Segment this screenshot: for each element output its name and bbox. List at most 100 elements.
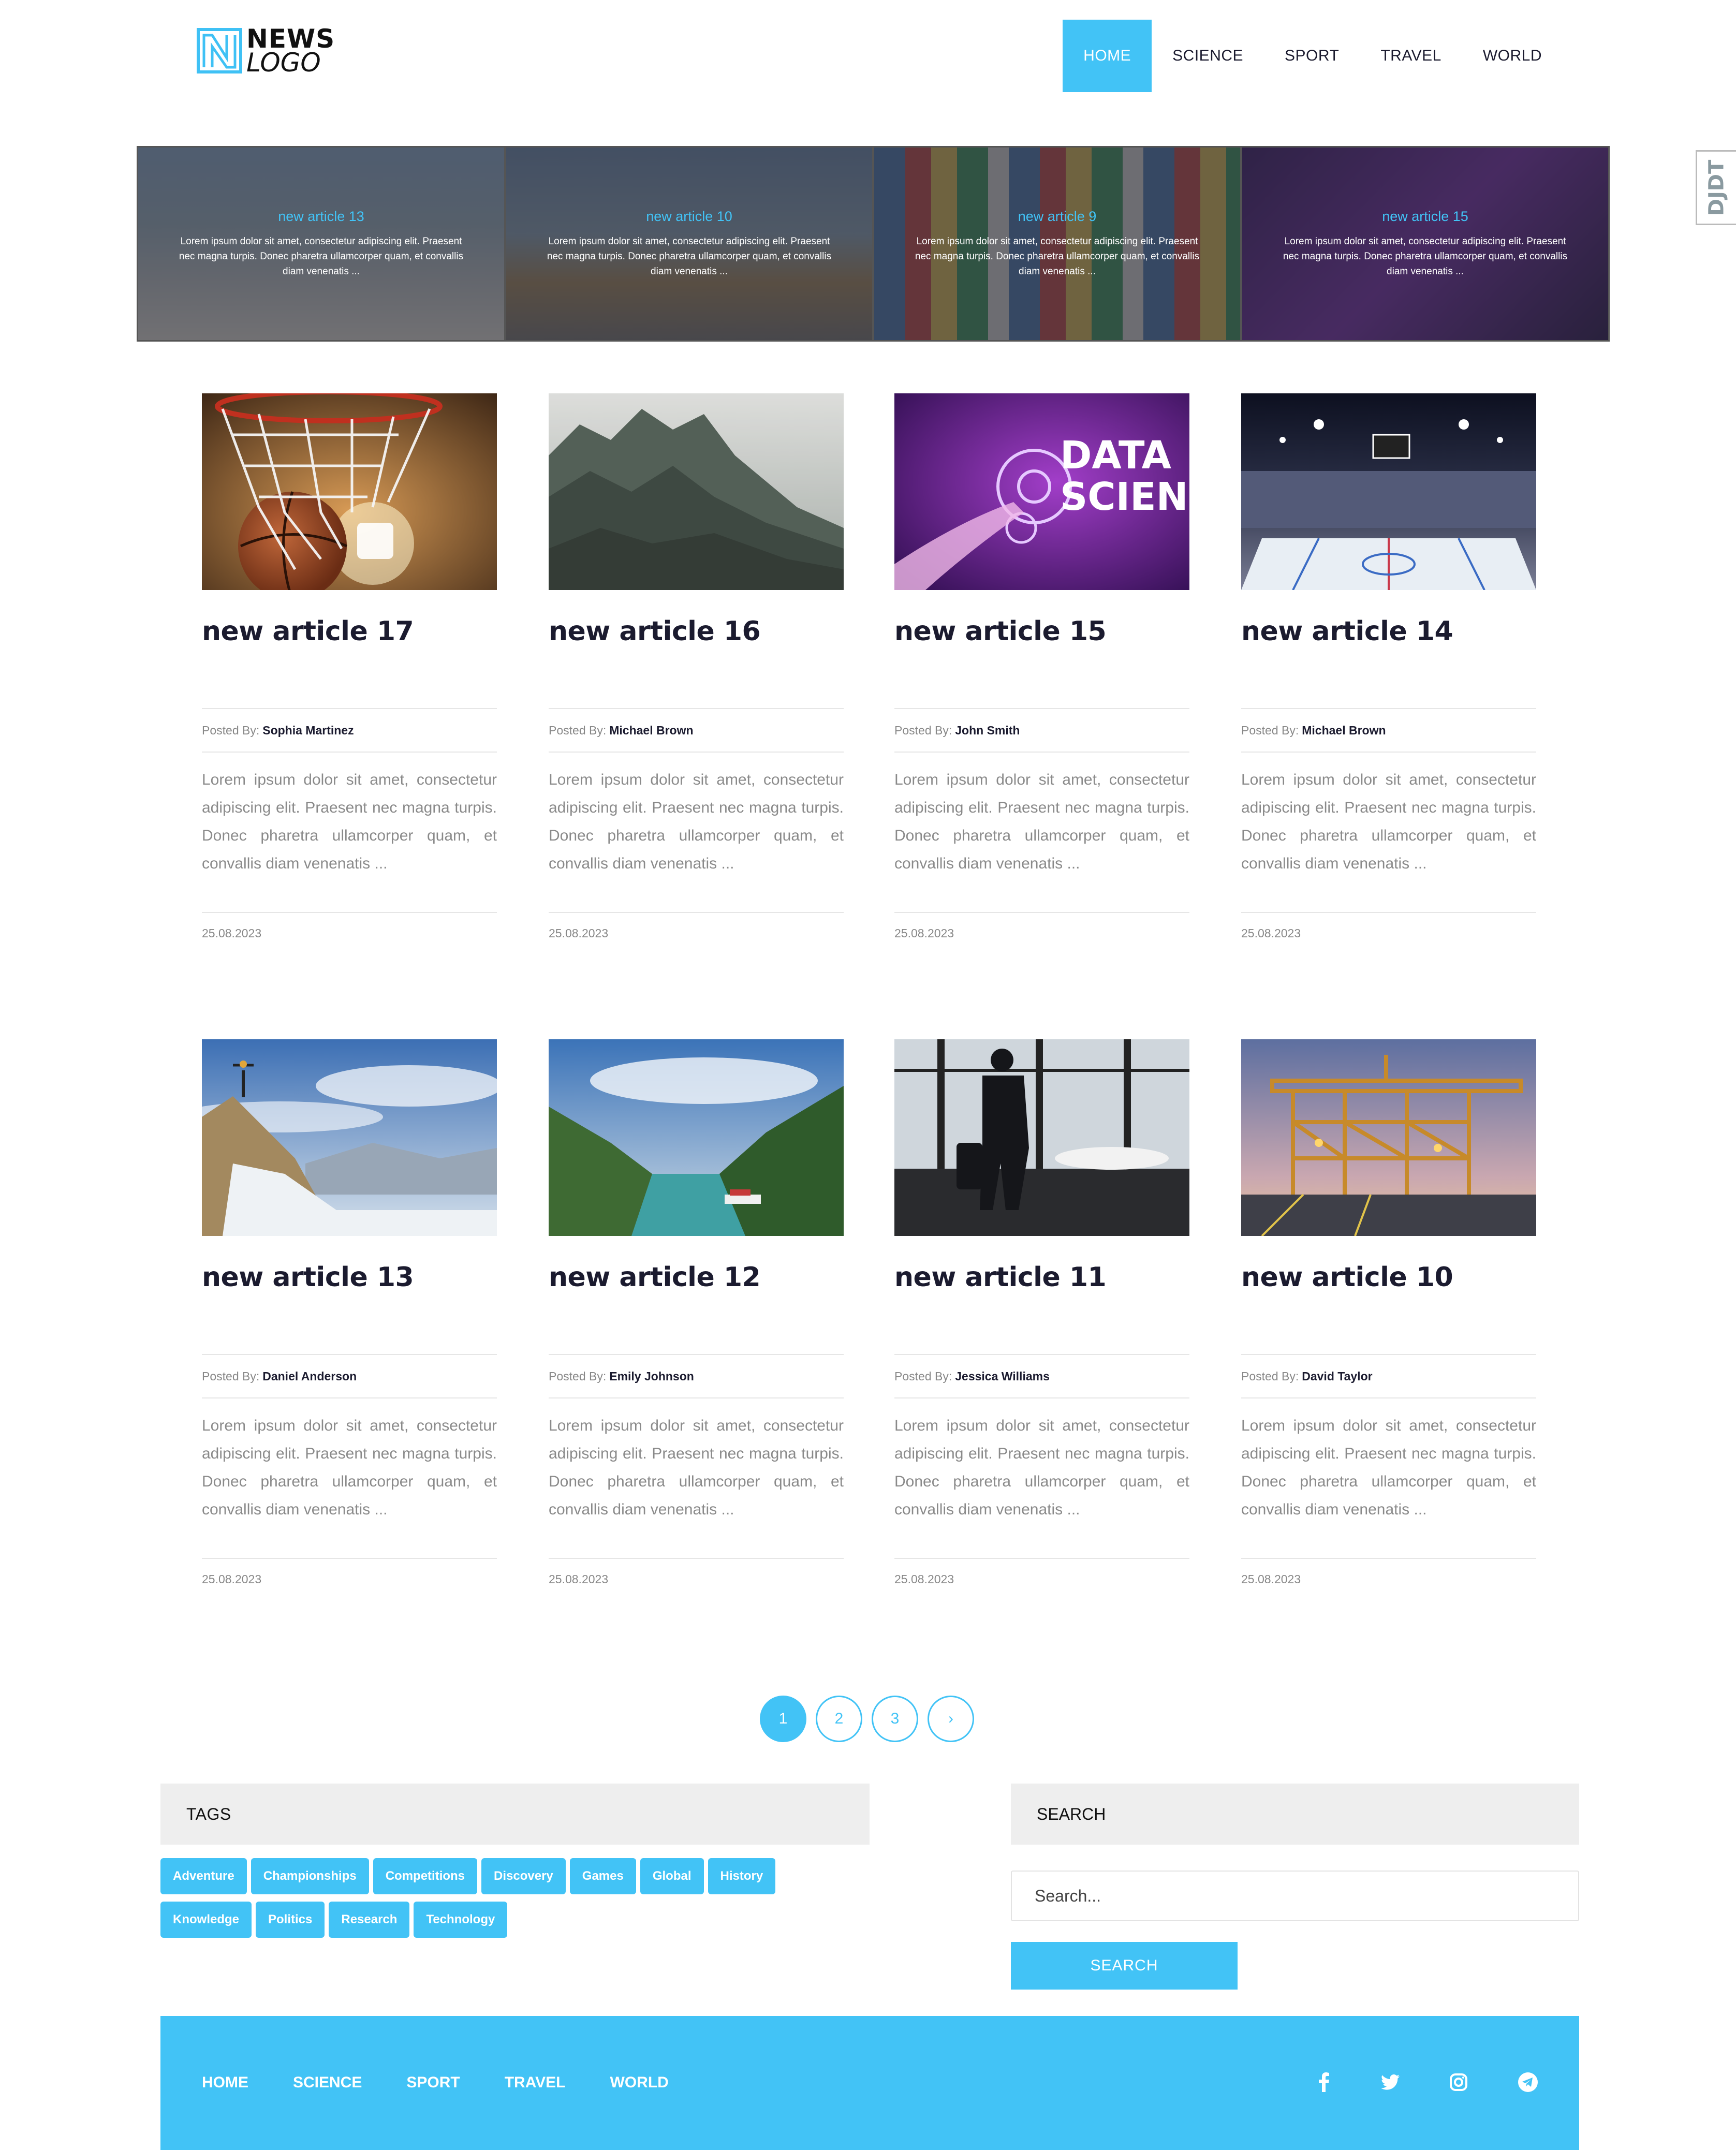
nav-science[interactable]: SCIENCE	[1152, 20, 1264, 92]
article-image[interactable]	[549, 1039, 844, 1236]
article-author: Sophia Martinez	[262, 723, 354, 737]
footer-link-travel[interactable]: TRAVEL	[505, 2074, 566, 2092]
footer-link-home[interactable]: HOME	[202, 2074, 248, 2092]
slide-excerpt: Lorem ipsum dolor sit amet, consectetur …	[547, 236, 832, 277]
search-input[interactable]	[1011, 1871, 1579, 1921]
tag-knowledge[interactable]: Knowledge	[160, 1902, 252, 1938]
article-title[interactable]: new article 17	[202, 616, 497, 708]
posted-by-label: Posted By:	[202, 1369, 260, 1383]
debug-toolbar-toggle[interactable]: DJDT	[1696, 150, 1736, 225]
article-title[interactable]: new article 15	[894, 616, 1189, 708]
article-meta: Posted By: David Taylor	[1241, 1354, 1536, 1398]
slide[interactable]: new article 9 Lorem ipsum dolor sit amet…	[874, 148, 1240, 340]
twitter-icon[interactable]	[1376, 2068, 1405, 2097]
article-image[interactable]	[1241, 1039, 1536, 1236]
article-card: DATA SCIENCE new article 15 Posted By: J…	[894, 393, 1189, 940]
posted-by-label: Posted By:	[549, 1369, 607, 1383]
article-title[interactable]: new article 13	[202, 1262, 497, 1354]
slide[interactable]: new article 13 Lorem ipsum dolor sit ame…	[138, 148, 504, 340]
tag-global[interactable]: Global	[640, 1858, 704, 1894]
article-date: 25.08.2023	[894, 1558, 1189, 1586]
tag-discovery[interactable]: Discovery	[481, 1858, 566, 1894]
featured-slider: new article 13 Lorem ipsum dolor sit ame…	[137, 146, 1610, 342]
article-excerpt: Lorem ipsum dolor sit amet, consectetur …	[202, 1417, 497, 1518]
next-page-button[interactable]: ›	[928, 1696, 974, 1742]
article-excerpt: Lorem ipsum dolor sit amet, consectetur …	[894, 1417, 1189, 1518]
article-image[interactable]	[549, 393, 844, 590]
article-card: new article 13 Posted By: Daniel Anderso…	[202, 1039, 497, 1586]
article-title[interactable]: new article 16	[549, 616, 844, 708]
posted-by-label: Posted By:	[894, 1369, 952, 1383]
article-image[interactable]	[894, 1039, 1189, 1236]
footer-link-science[interactable]: SCIENCE	[293, 2074, 362, 2092]
debug-toolbar-label: DJDT	[1704, 159, 1729, 216]
facebook-icon[interactable]	[1310, 2068, 1338, 2097]
article-card: new article 11 Posted By: Jessica Willia…	[894, 1039, 1189, 1586]
site-footer: HOME SCIENCE SPORT TRAVEL WORLD	[160, 2016, 1579, 2150]
article-excerpt: Lorem ipsum dolor sit amet, consectetur …	[1241, 771, 1536, 872]
tag-adventure[interactable]: Adventure	[160, 1858, 247, 1894]
article-author: Michael Brown	[609, 723, 694, 737]
article-image[interactable]	[202, 393, 497, 590]
telegram-icon[interactable]	[1513, 2068, 1542, 2097]
article-meta: Posted By: Michael Brown	[1241, 708, 1536, 753]
article-title[interactable]: new article 10	[1241, 1262, 1536, 1354]
article-date: 25.08.2023	[1241, 912, 1536, 940]
tag-politics[interactable]: Politics	[256, 1902, 325, 1938]
article-card: new article 16 Posted By: Michael Brown …	[549, 393, 844, 940]
article-title[interactable]: new article 11	[894, 1262, 1189, 1354]
article-card: new article 12 Posted By: Emily Johnson …	[549, 1039, 844, 1586]
nav-world[interactable]: WORLD	[1462, 20, 1563, 92]
article-title[interactable]: new article 12	[549, 1262, 844, 1354]
article-author: Daniel Anderson	[262, 1369, 357, 1383]
article-meta: Posted By: Daniel Anderson	[202, 1354, 497, 1398]
tag-research[interactable]: Research	[329, 1902, 410, 1938]
article-date: 25.08.2023	[549, 912, 844, 940]
slide-title[interactable]: new article 15	[1382, 209, 1468, 225]
page-3-button[interactable]: 3	[872, 1696, 918, 1742]
article-excerpt: Lorem ipsum dolor sit amet, consectetur …	[1241, 1417, 1536, 1518]
slide-title[interactable]: new article 9	[1018, 209, 1097, 225]
nav-home[interactable]: HOME	[1063, 20, 1152, 92]
article-date: 25.08.2023	[1241, 1558, 1536, 1586]
slide-title[interactable]: new article 10	[646, 209, 732, 225]
tag-games[interactable]: Games	[569, 1858, 636, 1894]
tag-competitions[interactable]: Competitions	[373, 1858, 478, 1894]
tag-list: Adventure Championships Competitions Dis…	[160, 1858, 833, 1945]
article-author: John Smith	[955, 723, 1020, 737]
article-author: David Taylor	[1302, 1369, 1373, 1383]
posted-by-label: Posted By:	[202, 723, 260, 737]
page-1-button[interactable]: 1	[760, 1696, 806, 1742]
instagram-icon[interactable]	[1444, 2068, 1473, 2097]
article-image[interactable]: DATA SCIENCE	[894, 393, 1189, 590]
slide[interactable]: new article 15 Lorem ipsum dolor sit ame…	[1242, 148, 1608, 340]
tag-history[interactable]: History	[708, 1858, 776, 1894]
tag-championships[interactable]: Championships	[251, 1858, 369, 1894]
article-author: Emily Johnson	[609, 1369, 694, 1383]
posted-by-label: Posted By:	[894, 723, 952, 737]
logo-mark-icon	[197, 28, 242, 73]
footer-link-sport[interactable]: SPORT	[406, 2074, 460, 2092]
article-image[interactable]	[202, 1039, 497, 1236]
article-image[interactable]	[1241, 393, 1536, 590]
slide-title[interactable]: new article 13	[278, 209, 364, 225]
nav-travel[interactable]: TRAVEL	[1360, 20, 1462, 92]
site-logo[interactable]: NEWS LOGO	[197, 26, 335, 76]
nav-sport[interactable]: SPORT	[1264, 20, 1360, 92]
article-excerpt: Lorem ipsum dolor sit amet, consectetur …	[894, 771, 1189, 872]
page-2-button[interactable]: 2	[816, 1696, 862, 1742]
search-heading: SEARCH	[1011, 1784, 1579, 1845]
main-nav: HOME SCIENCE SPORT TRAVEL WORLD	[1063, 20, 1563, 92]
footer-nav: HOME SCIENCE SPORT TRAVEL WORLD	[202, 2074, 669, 2092]
article-excerpt: Lorem ipsum dolor sit amet, consectetur …	[549, 771, 844, 872]
posted-by-label: Posted By:	[1241, 1369, 1299, 1383]
article-date: 25.08.2023	[202, 912, 497, 940]
tags-heading: TAGS	[160, 1784, 870, 1845]
slide[interactable]: new article 10 Lorem ipsum dolor sit ame…	[506, 148, 872, 340]
article-excerpt: Lorem ipsum dolor sit amet, consectetur …	[549, 1417, 844, 1518]
footer-link-world[interactable]: WORLD	[610, 2074, 669, 2092]
slide-excerpt: Lorem ipsum dolor sit amet, consectetur …	[915, 236, 1200, 277]
article-title[interactable]: new article 14	[1241, 616, 1536, 708]
search-button[interactable]: SEARCH	[1011, 1942, 1238, 1990]
tag-technology[interactable]: Technology	[414, 1902, 508, 1938]
